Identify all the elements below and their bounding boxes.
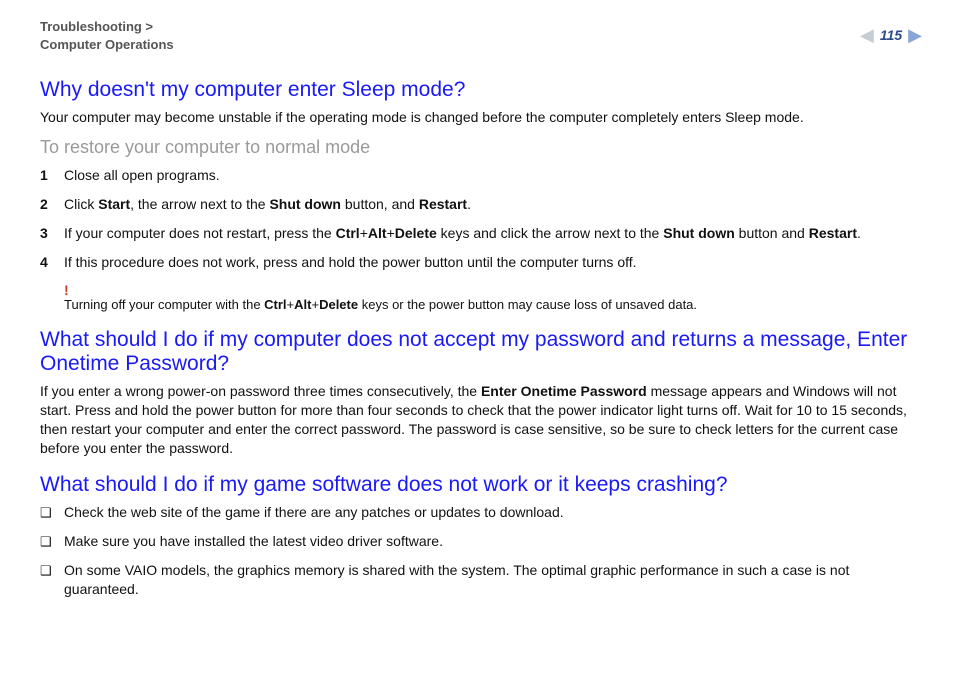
breadcrumb-line1: Troubleshooting > (40, 19, 153, 34)
step-number: 2 (40, 195, 64, 214)
restore-subheading: To restore your computer to normal mode (40, 137, 922, 158)
warning-note: ! Turning off your computer with the Ctr… (64, 282, 922, 312)
bullet-icon: ❑ (40, 562, 64, 580)
list-item: ❑ On some VAIO models, the graphics memo… (40, 561, 922, 599)
list-text: Make sure you have installed the latest … (64, 532, 443, 551)
password-paragraph: If you enter a wrong power-on password t… (40, 382, 922, 458)
list-text: On some VAIO models, the graphics memory… (64, 561, 922, 599)
list-item: ❑ Check the web site of the game if ther… (40, 503, 922, 522)
section-heading-password: What should I do if my computer does not… (40, 328, 922, 376)
breadcrumb-line2: Computer Operations (40, 37, 174, 52)
page-navigator: ◀ 115 ▶ (860, 26, 922, 44)
bullet-icon: ❑ (40, 504, 64, 522)
step-2: 2 Click Start, the arrow next to the Shu… (40, 195, 922, 214)
step-number: 1 (40, 166, 64, 185)
prev-page-icon[interactable]: ◀ (860, 26, 874, 44)
next-page-icon[interactable]: ▶ (908, 26, 922, 44)
bullet-icon: ❑ (40, 533, 64, 551)
step-text: If this procedure does not work, press a… (64, 253, 922, 272)
step-1: 1 Close all open programs. (40, 166, 922, 185)
step-text: If your computer does not restart, press… (64, 224, 922, 243)
sleep-intro: Your computer may become unstable if the… (40, 108, 922, 127)
list-item: ❑ Make sure you have installed the lates… (40, 532, 922, 551)
step-number: 3 (40, 224, 64, 243)
step-text: Close all open programs. (64, 166, 922, 185)
warning-icon: ! (64, 282, 922, 298)
restore-steps: 1 Close all open programs. 2 Click Start… (40, 166, 922, 272)
step-number: 4 (40, 253, 64, 272)
step-text: Click Start, the arrow next to the Shut … (64, 195, 922, 214)
step-3: 3 If your computer does not restart, pre… (40, 224, 922, 243)
warning-text: Turning off your computer with the Ctrl+… (64, 297, 697, 312)
list-text: Check the web site of the game if there … (64, 503, 564, 522)
section-heading-game: What should I do if my game software doe… (40, 473, 922, 497)
page-number: 115 (880, 27, 902, 43)
breadcrumb: Troubleshooting > Computer Operations (40, 18, 174, 54)
step-4: 4 If this procedure does not work, press… (40, 253, 922, 272)
section-heading-sleep: Why doesn't my computer enter Sleep mode… (40, 78, 922, 102)
game-checklist: ❑ Check the web site of the game if ther… (40, 503, 922, 599)
